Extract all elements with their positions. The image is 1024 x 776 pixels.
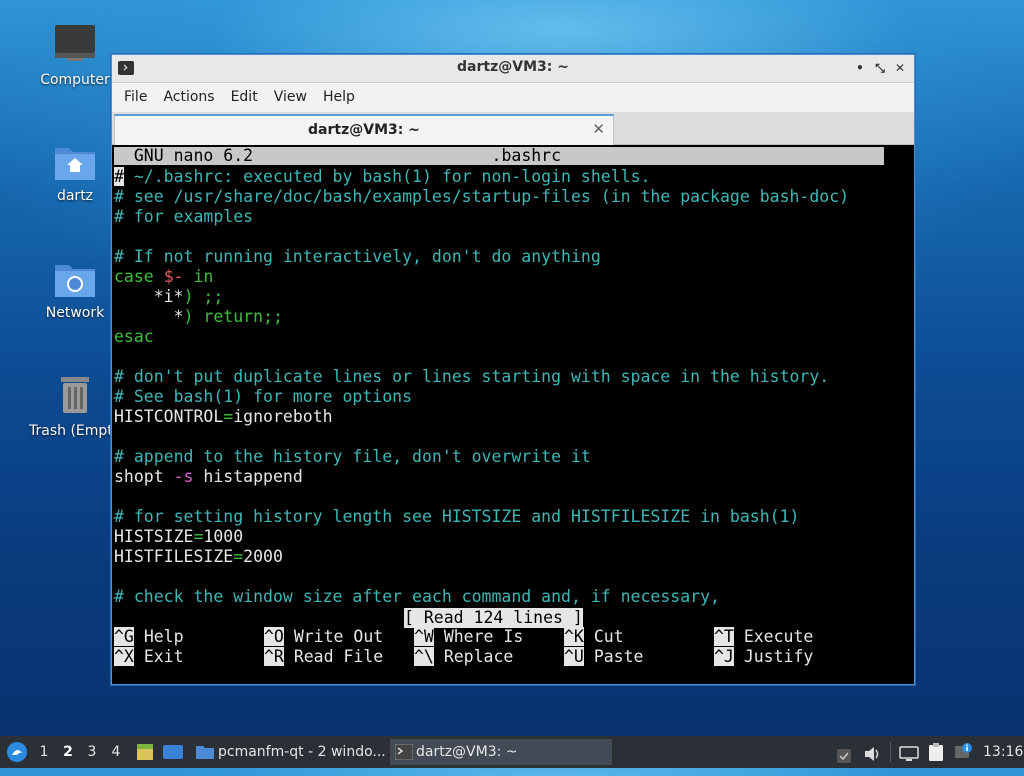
restore-button[interactable]: ⤡ <box>872 60 888 76</box>
tab-bar: dartz@VM3: ~ ✕ <box>112 112 914 145</box>
quicklaunch-notes[interactable] <box>135 742 155 762</box>
task-terminal[interactable]: dartz@VM3: ~ <box>390 739 612 765</box>
volume-icon <box>865 747 879 761</box>
network-icon <box>899 746 919 761</box>
clipboard-icon <box>929 743 943 761</box>
editor-line: # for examples <box>114 207 254 226</box>
menu-help[interactable]: Help <box>315 83 363 112</box>
workspace-4[interactable]: 4 <box>106 736 126 768</box>
nano-header: GNU nano 6.2 .bashrc <box>114 147 884 165</box>
desktop-icon-trash[interactable]: Trash (Empty) <box>27 373 117 439</box>
syntax-variable: $- <box>163 267 184 286</box>
show-desktop-icon <box>163 745 183 759</box>
editor-line: shopt -s histappend <box>114 467 303 486</box>
editor-line: *) return;; <box>173 307 283 326</box>
task-label: pcmanfm-qt - 2 windo... <box>218 744 386 760</box>
updates-icon <box>837 749 851 763</box>
text-cursor: # <box>114 167 124 186</box>
tray-clipboard[interactable] <box>927 742 945 762</box>
shortcut-replace[interactable]: ^\ Replace <box>414 647 513 667</box>
desktop-icon-network[interactable]: Network <box>27 257 123 321</box>
task-pcmanfm[interactable]: pcmanfm-qt - 2 windo... <box>192 739 414 765</box>
terminal-icon <box>395 744 413 760</box>
desktop-icon-label: Network <box>45 305 105 321</box>
tray-updates[interactable] <box>836 744 852 763</box>
desktop-icon-label: Computer <box>40 72 110 88</box>
syntax-keyword: case <box>114 267 154 286</box>
shortcut-paste[interactable]: ^U Paste <box>564 647 643 667</box>
desktop-icon-label: Trash (Empty) <box>29 423 117 439</box>
shortcut-read-file[interactable]: ^R Read File <box>264 647 383 667</box>
editor-line: # If not running interactively, don't do… <box>114 247 601 266</box>
taskbar: 1 2 3 4 pcmanfm-qt - 2 windo... dartz@VM… <box>0 736 1024 768</box>
editor-line: # append to the history file, don't over… <box>114 447 591 466</box>
workspace-1[interactable]: 1 <box>34 736 54 768</box>
shortcut-cut[interactable]: ^K Cut <box>564 627 624 647</box>
folder-icon <box>196 746 214 759</box>
editor-line: # for setting history length see HISTSIZ… <box>114 507 800 526</box>
nano-status-message: [ Read 124 lines ] <box>404 608 583 628</box>
task-label: dartz@VM3: ~ <box>416 744 518 760</box>
tray-divider <box>890 742 891 762</box>
shortcut-where-is[interactable]: ^W Where Is <box>414 627 523 647</box>
desktop-icon-label: dartz <box>56 188 94 204</box>
close-button[interactable]: ✕ <box>892 60 908 76</box>
minimize-button[interactable]: • <box>852 60 868 76</box>
syntax-keyword: in <box>193 267 214 286</box>
editor-line: HISTCONTROL=ignoreboth <box>114 407 333 426</box>
window-titlebar[interactable]: dartz@VM3: ~ • ⤡ ✕ <box>112 55 914 83</box>
desktop-icon-computer[interactable]: Computer <box>27 22 123 88</box>
shortcut-write-out[interactable]: ^O Write Out <box>264 627 383 647</box>
network-folder-icon <box>55 265 95 297</box>
nano-version: GNU nano 6.2 <box>133 146 254 165</box>
editor-line-text: ~/.bashrc: executed by bash(1) for non-l… <box>123 167 651 186</box>
tray-notifications[interactable] <box>953 742 973 762</box>
workspace-3[interactable]: 3 <box>82 736 102 768</box>
editor-line: case $- in <box>114 267 213 287</box>
editor-line: # don't put duplicate lines or lines sta… <box>114 367 830 386</box>
quicklaunch-desktop[interactable] <box>162 742 184 762</box>
tab-title: dartz@VM3: ~ <box>308 122 420 138</box>
tab-close-icon[interactable]: ✕ <box>592 120 605 138</box>
menu-actions[interactable]: Actions <box>155 83 222 112</box>
editor-line: esac <box>114 327 154 346</box>
window-title: dartz@VM3: ~ <box>457 59 569 75</box>
computer-icon <box>55 25 95 61</box>
terminal-window[interactable]: dartz@VM3: ~ • ⤡ ✕ File Actions Edit Vie… <box>111 54 915 685</box>
editor-line: # See bash(1) for more options <box>114 387 413 406</box>
terminal-area[interactable]: GNU nano 6.2 .bashrc # ~/.bashrc: execut… <box>112 145 914 684</box>
start-menu-button[interactable] <box>6 741 28 763</box>
editor-line: # check the window size after each comma… <box>114 587 720 606</box>
shortcut-exit[interactable]: ^X Exit <box>114 647 184 667</box>
editor-line: *i*) ;; <box>153 287 224 306</box>
editor-line: HISTFILESIZE=2000 <box>114 547 283 566</box>
editor-line: # ~/.bashrc: executed by bash(1) for non… <box>114 167 650 187</box>
tab-terminal[interactable]: dartz@VM3: ~ ✕ <box>114 114 614 145</box>
tray-volume[interactable] <box>863 743 881 761</box>
clock[interactable]: 13:16 <box>983 736 1023 768</box>
lubuntu-logo-icon <box>7 742 27 762</box>
tray-network[interactable] <box>899 743 919 761</box>
info-icon <box>955 743 972 758</box>
desktop-icon-home[interactable]: dartz <box>27 140 123 204</box>
menu-file[interactable]: File <box>116 83 155 112</box>
shortcut-help[interactable]: ^G Help <box>114 627 184 647</box>
menubar: File Actions Edit View Help <box>112 83 914 112</box>
trash-icon <box>61 377 89 413</box>
editor-line: HISTSIZE=1000 <box>114 527 244 546</box>
shortcut-execute[interactable]: ^T Execute <box>714 627 813 647</box>
nano-filename: .bashrc <box>491 146 562 165</box>
workspace-2[interactable]: 2 <box>58 736 78 768</box>
menu-edit[interactable]: Edit <box>223 83 266 112</box>
editor-line: # see /usr/share/doc/bash/examples/start… <box>114 187 850 206</box>
notes-icon <box>137 744 153 760</box>
menu-view[interactable]: View <box>266 83 315 112</box>
shortcut-justify[interactable]: ^J Justify <box>714 647 813 667</box>
home-folder-icon <box>55 148 95 180</box>
